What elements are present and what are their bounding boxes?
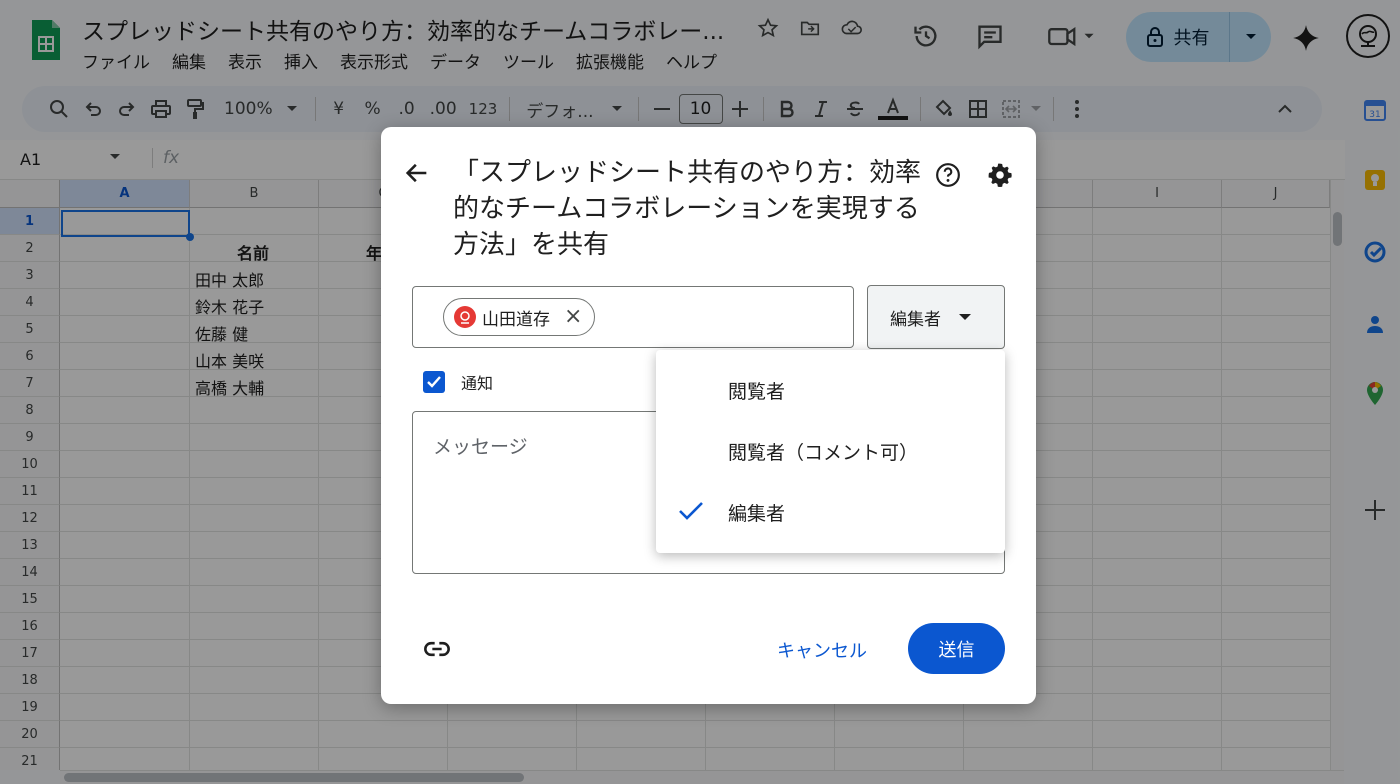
gear-icon[interactable] — [987, 162, 1013, 188]
role-chevron-down-icon — [959, 313, 971, 320]
remove-person-close-icon[interactable]: × — [564, 306, 582, 328]
copy-link-icon[interactable] — [423, 635, 451, 663]
notify-option[interactable]: 通知 — [423, 370, 493, 394]
checkmark-icon — [678, 500, 704, 522]
role-dropdown-menu: 閲覧者 閲覧者（コメント可） 編集者 — [656, 350, 1005, 553]
role-select[interactable]: 編集者 — [867, 285, 1005, 349]
back-arrow-icon[interactable] — [403, 159, 431, 187]
person-chip-label: 山田道存 — [482, 309, 550, 330]
message-placeholder: メッセージ — [433, 436, 528, 458]
send-button[interactable]: 送信 — [908, 623, 1005, 674]
add-people-input[interactable]: 山田道存 × — [412, 286, 854, 348]
cancel-button[interactable]: キャンセル — [777, 637, 867, 663]
person-avatar-icon — [454, 306, 476, 328]
dialog-title: 「スプレッドシート共有のやり方：効率的なチームコラボレーションを実現する方法」を… — [453, 158, 922, 260]
help-icon[interactable] — [935, 162, 961, 188]
role-option-commenter[interactable]: 閲覧者（コメント可） — [656, 423, 1005, 479]
role-option-viewer[interactable]: 閲覧者 — [656, 362, 1005, 418]
role-select-value: 編集者 — [890, 309, 941, 330]
notify-checkbox[interactable] — [423, 371, 445, 393]
notify-label: 通知 — [461, 374, 494, 393]
person-chip[interactable]: 山田道存 × — [443, 298, 596, 336]
role-option-editor[interactable]: 編集者 — [656, 484, 1005, 540]
